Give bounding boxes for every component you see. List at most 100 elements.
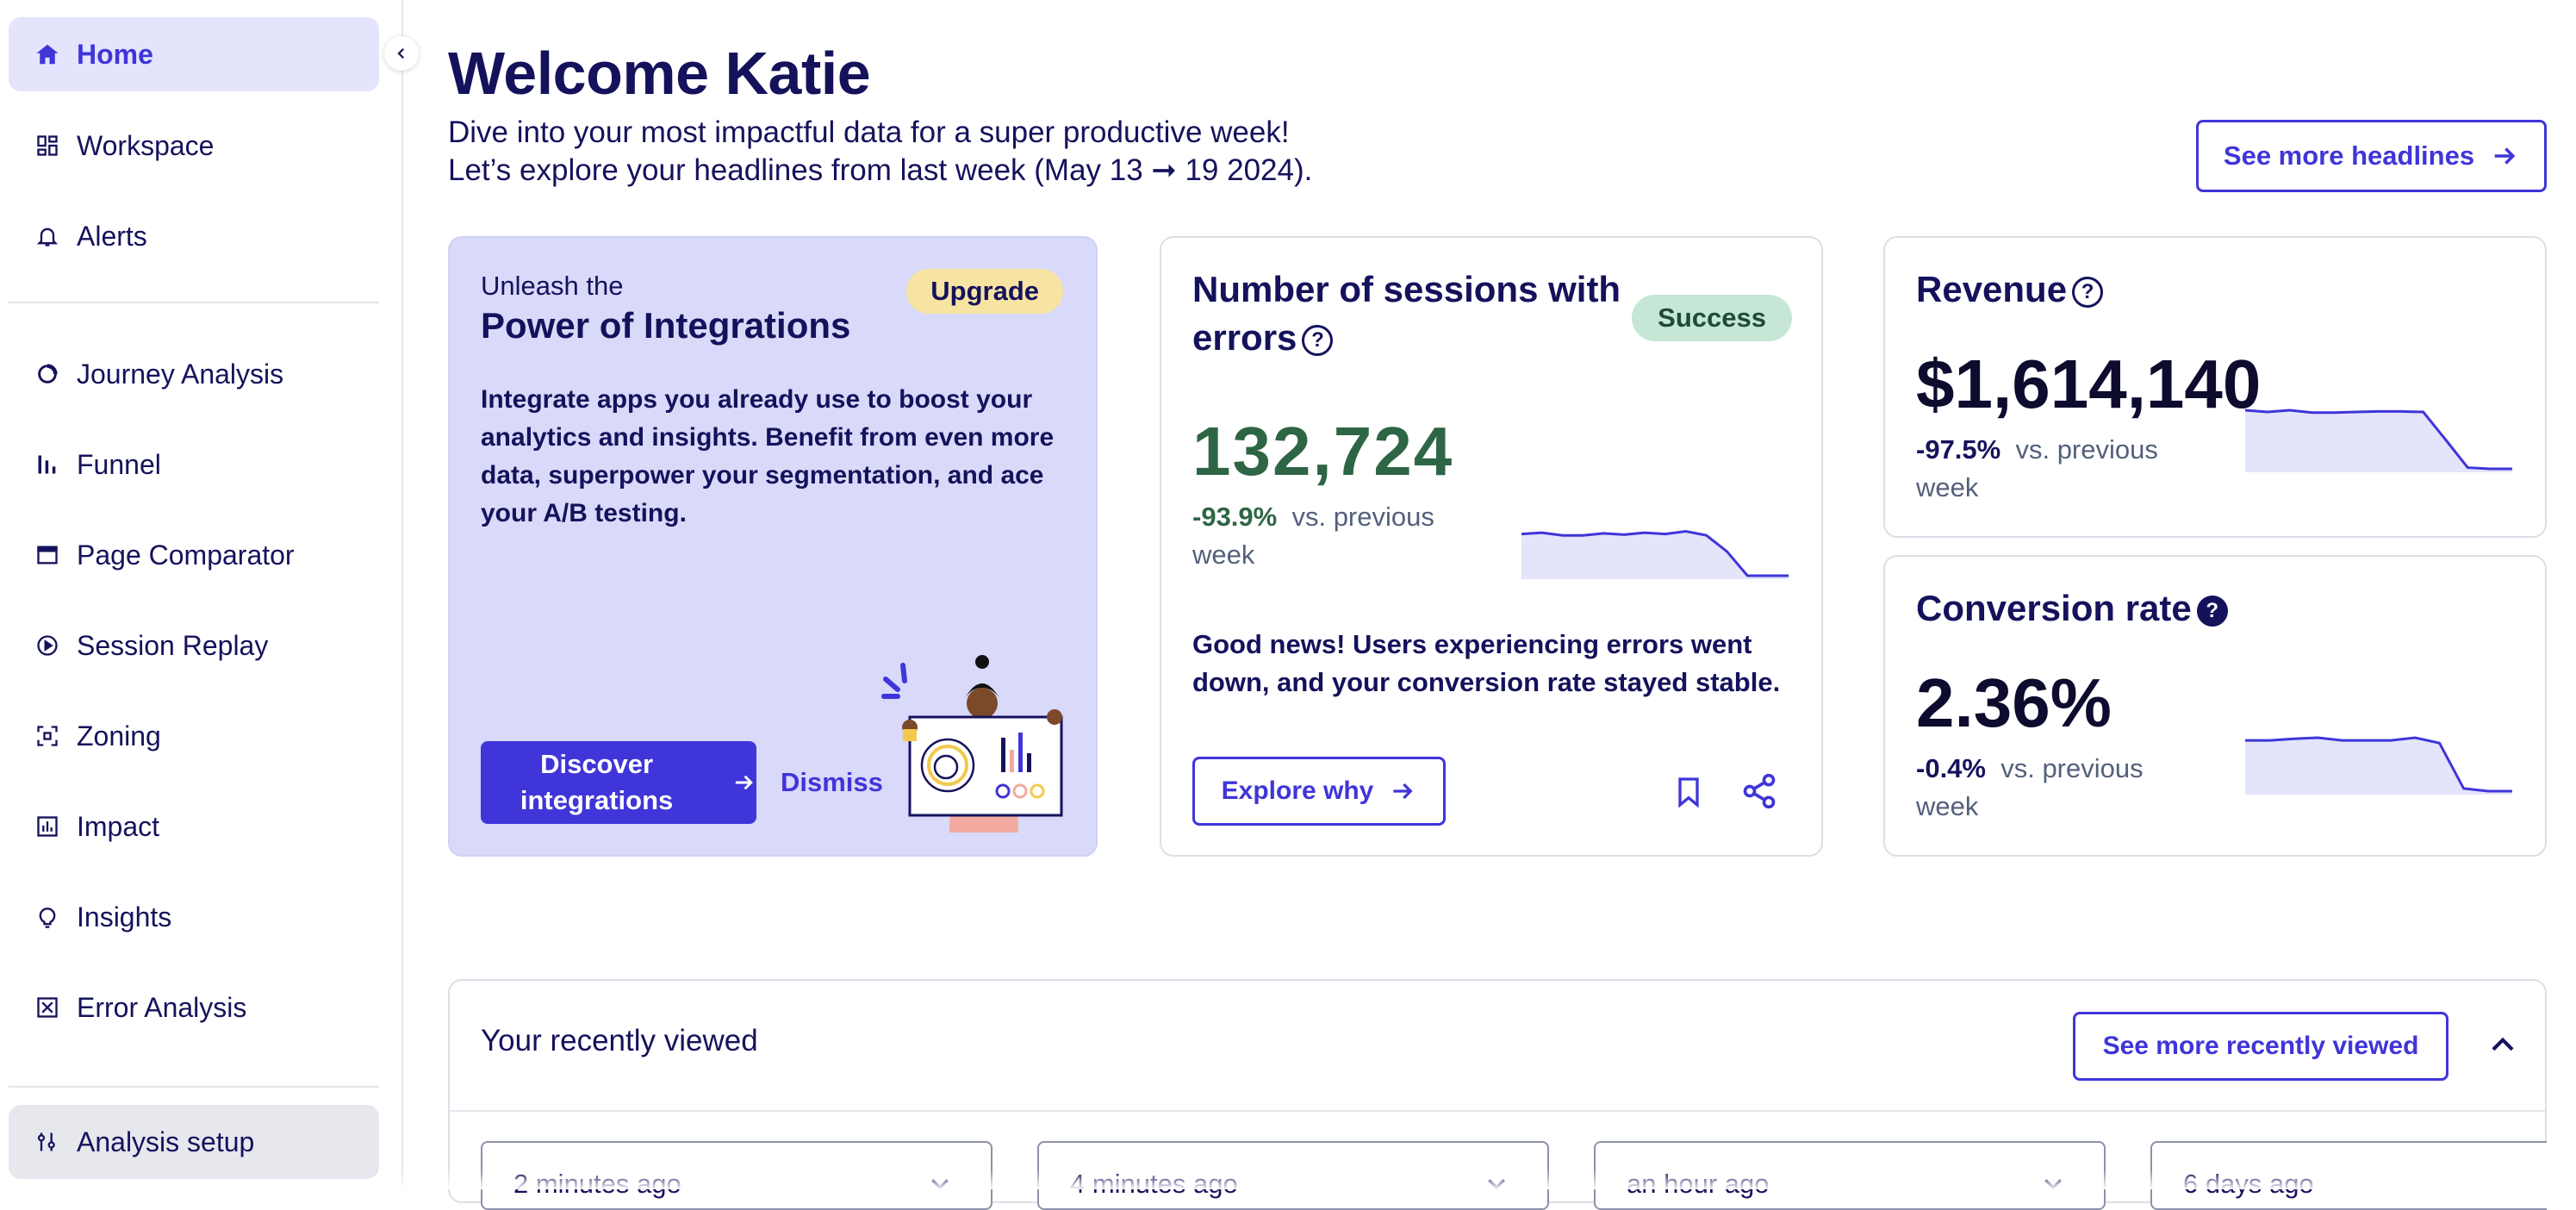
- sidebar-item-impact[interactable]: Impact: [9, 789, 379, 864]
- revenue-card: Revenue? $1,614,140 -97.5% vs. previous …: [1883, 236, 2547, 538]
- integrations-promo-card: Unleash the Power of Integrations Upgrad…: [448, 236, 1098, 857]
- sidebar-item-journey-analysis[interactable]: Journey Analysis: [9, 337, 379, 411]
- revenue-sparkline: [2245, 409, 2512, 472]
- sidebar-item-label: Impact: [77, 810, 160, 842]
- window-icon: [33, 540, 62, 570]
- arrow-right-icon: [1393, 783, 1413, 800]
- conversion-sparkline: [2245, 736, 2512, 795]
- discover-integrations-label: Discover integrations: [520, 749, 674, 815]
- recent-item-label: an hour ago: [1627, 1169, 1770, 1199]
- conversion-delta: -0.4% vs. previous week: [1916, 750, 2200, 826]
- sidebar-divider: [9, 302, 379, 303]
- help-icon[interactable]: ?: [2196, 595, 2228, 627]
- sessions-with-errors-card: Number of sessions with errors? Success …: [1160, 236, 1823, 857]
- sidebar-item-page-comparator[interactable]: Page Comparator: [9, 518, 379, 592]
- workspace-grid-icon: [33, 131, 62, 160]
- sidebar-item-label: Insights: [77, 901, 172, 932]
- sidebar-item-label: Error Analysis: [77, 991, 247, 1023]
- bell-icon: [33, 221, 62, 251]
- see-more-recently-viewed-button[interactable]: See more recently viewed: [2073, 1012, 2448, 1081]
- chevron-down-icon: [1488, 1179, 1505, 1190]
- chevron-down-icon: [2044, 1179, 2062, 1190]
- lightbulb-icon: [33, 902, 62, 932]
- sidebar-divider: [9, 1086, 379, 1088]
- see-more-headlines-button[interactable]: See more headlines: [2196, 120, 2547, 192]
- revenue-value: $1,614,140: [1916, 346, 2262, 422]
- sparkline-area: [2245, 410, 2512, 472]
- arrow-right-icon: [735, 775, 754, 790]
- sidebar-item-insights[interactable]: Insights: [9, 880, 379, 954]
- sidebar-item-analysis-setup[interactable]: Analysis setup: [9, 1105, 379, 1179]
- sidebar-item-session-replay[interactable]: Session Replay: [9, 608, 379, 683]
- recent-item-label: 6 days ago: [2183, 1169, 2314, 1199]
- help-icon[interactable]: ?: [2072, 276, 2104, 308]
- sidebar-collapse-button[interactable]: [384, 36, 419, 71]
- sidebar-item-label: Analysis setup: [77, 1126, 255, 1157]
- explore-why-button[interactable]: Explore why: [1192, 757, 1446, 826]
- sessions-delta-value: -93.9%: [1192, 502, 1278, 532]
- sidebar: Home Workspace Alerts Journey Analysis F…: [0, 0, 403, 1189]
- arrow-right-icon: [2494, 147, 2516, 165]
- promo-title: Power of Integrations: [481, 305, 851, 346]
- recent-item[interactable]: 4 minutes ago: [1037, 1141, 1549, 1210]
- dismiss-link[interactable]: Dismiss: [781, 767, 883, 798]
- recent-item[interactable]: 2 minutes ago: [481, 1141, 992, 1210]
- funnel-bars-icon: [33, 450, 62, 479]
- recently-viewed-title: Your recently viewed: [481, 1024, 758, 1057]
- promo-kicker: Unleash the: [481, 271, 624, 301]
- sessions-insight: Good news! Users experiencing errors wen…: [1192, 629, 1781, 697]
- explore-why-label: Explore why: [1221, 777, 1374, 805]
- conversion-delta-value: -0.4%: [1916, 753, 1986, 783]
- sidebar-item-alerts[interactable]: Alerts: [9, 199, 379, 273]
- sessions-value: 132,724: [1192, 413, 1454, 490]
- sliders-icon: [33, 1127, 62, 1157]
- recently-viewed-panel: Your recently viewed See more recently v…: [448, 979, 2547, 1210]
- recent-item[interactable]: an hour ago: [1594, 1141, 2106, 1210]
- conversion-card-title-text: Conversion rate: [1916, 588, 2192, 628]
- conversion-card-title: Conversion rate?: [1916, 584, 2228, 633]
- page-subtitle-line2: Let’s explore your headlines from last w…: [448, 153, 1313, 187]
- revenue-delta: -97.5% vs. previous week: [1916, 431, 2200, 507]
- recent-item[interactable]: 6 days ago: [2150, 1141, 2547, 1210]
- zoning-icon: [33, 721, 62, 751]
- conversion-value: 2.36%: [1916, 664, 2112, 741]
- sidebar-item-label: Zoning: [77, 720, 161, 752]
- recent-item-label: 4 minutes ago: [1070, 1169, 1238, 1199]
- page-title: Welcome Katie: [448, 40, 871, 107]
- conversion-rate-card: Conversion rate? 2.36% -0.4% vs. previou…: [1883, 555, 2547, 857]
- sessions-card-title-text: Number of sessions with errors: [1192, 269, 1621, 358]
- home-icon: [33, 40, 62, 69]
- success-badge: Success: [1632, 295, 1792, 341]
- sidebar-item-error-analysis[interactable]: Error Analysis: [9, 970, 379, 1045]
- sessions-delta: -93.9% vs. previous week: [1192, 498, 1477, 574]
- promo-body: Integrate apps you already use to boost …: [481, 385, 1055, 527]
- chevron-up-icon[interactable]: [2486, 1029, 2519, 1066]
- sidebar-item-label: Journey Analysis: [77, 358, 284, 390]
- discover-integrations-button[interactable]: Discover integrations: [481, 741, 756, 824]
- play-circle-icon: [33, 631, 62, 660]
- sidebar-item-funnel[interactable]: Funnel: [9, 427, 379, 502]
- sparkline-area: [1521, 531, 1789, 579]
- sidebar-item-label: Funnel: [77, 448, 161, 480]
- sidebar-item-home[interactable]: Home: [9, 17, 379, 91]
- revenue-card-title: Revenue?: [1916, 265, 2104, 314]
- sidebar-item-label: Page Comparator: [77, 539, 295, 571]
- sessions-card-title: Number of sessions with errors?: [1192, 265, 1640, 362]
- error-icon: [33, 993, 62, 1022]
- sidebar-item-label: Alerts: [77, 220, 147, 252]
- sidebar-item-zoning[interactable]: Zoning: [9, 699, 379, 773]
- recent-item-label: 2 minutes ago: [513, 1169, 681, 1199]
- recently-viewed-divider: [450, 1110, 2545, 1112]
- chevron-left-icon: [397, 47, 405, 59]
- help-icon[interactable]: ?: [1302, 324, 1334, 356]
- bar-chart-icon: [33, 812, 62, 841]
- bookmark-icon[interactable]: [1671, 774, 1706, 814]
- sessions-sparkline: [1521, 529, 1789, 579]
- integrations-illustration: [872, 643, 1079, 837]
- upgrade-badge[interactable]: Upgrade: [906, 269, 1063, 314]
- share-icon[interactable]: [1740, 772, 1778, 814]
- sidebar-item-workspace[interactable]: Workspace: [9, 109, 379, 183]
- revenue-delta-value: -97.5%: [1916, 434, 2001, 465]
- revenue-card-title-text: Revenue: [1916, 269, 2068, 309]
- page-subtitle-line1: Dive into your most impactful data for a…: [448, 115, 1290, 149]
